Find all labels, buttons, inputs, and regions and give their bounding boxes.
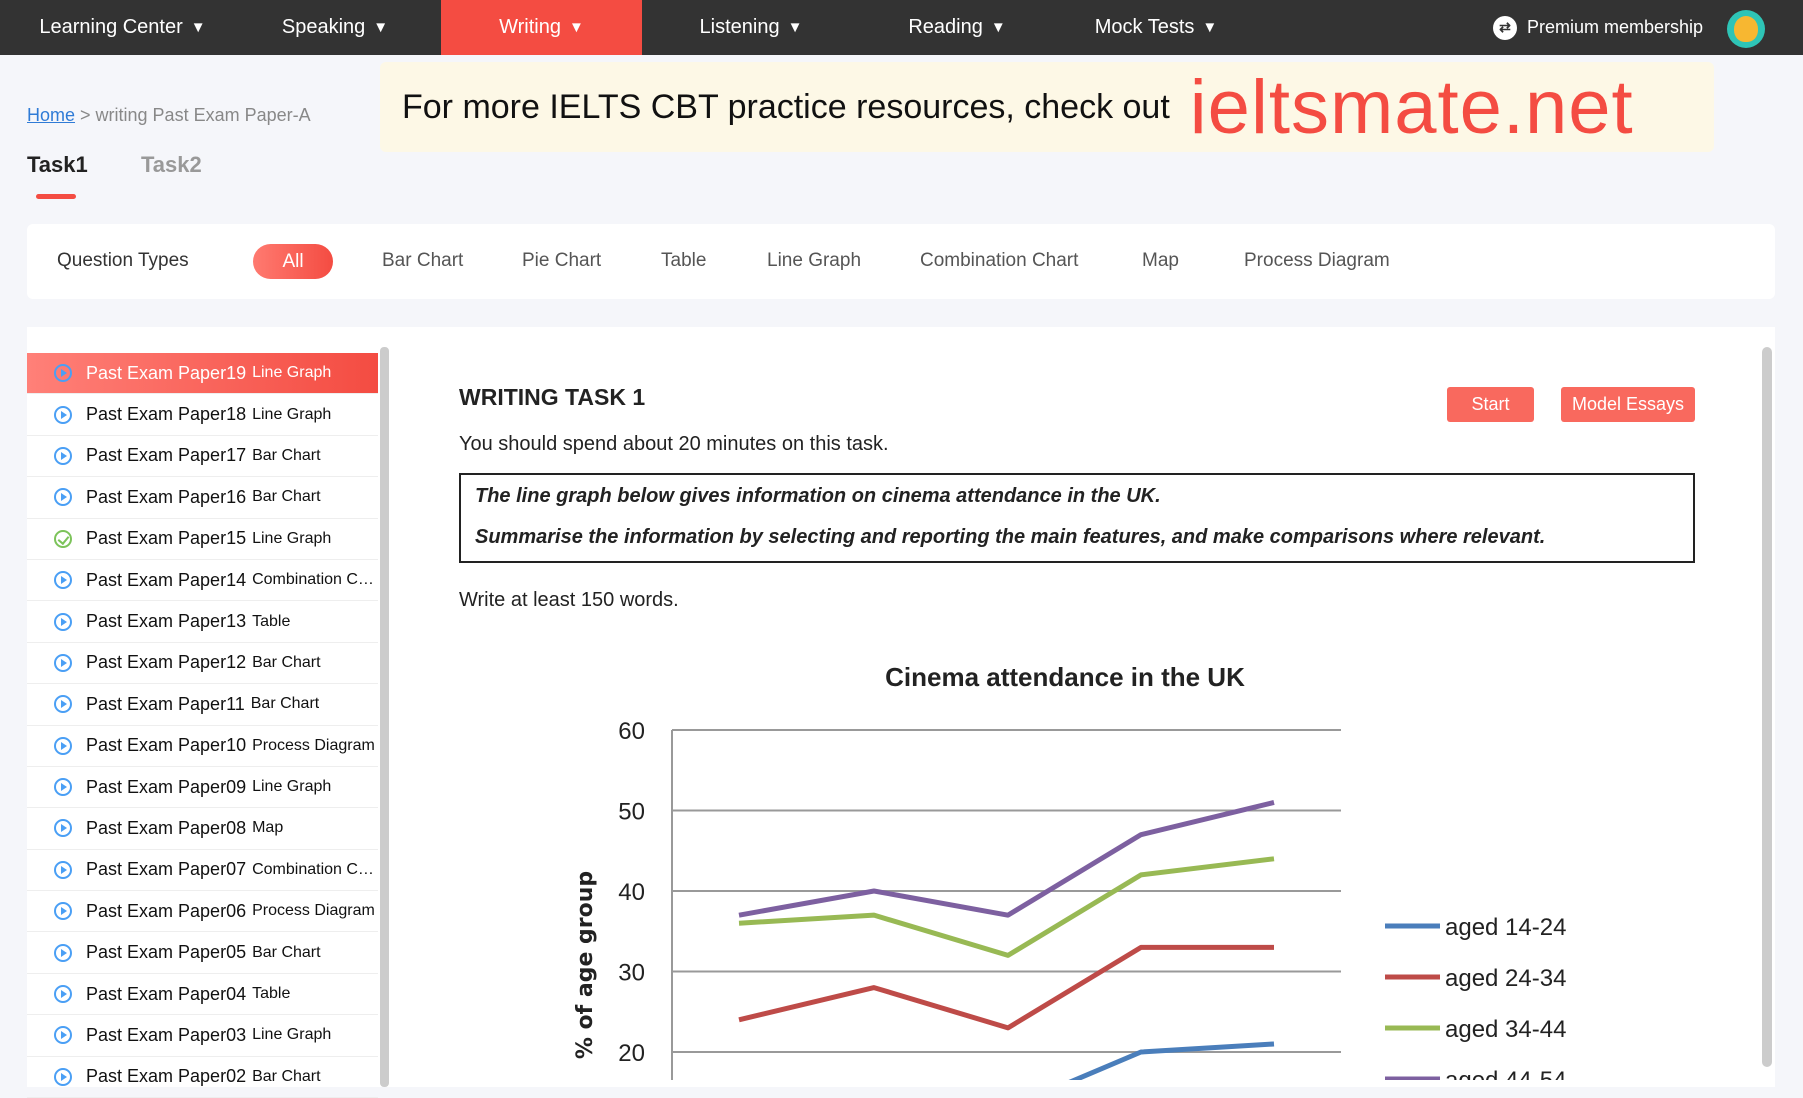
y-tick-label: 40 (618, 879, 645, 906)
series-line-aged-14-24 (1068, 1041, 1275, 1080)
series-line-aged-44-54 (738, 800, 1275, 918)
line-chart: Cinema attendance in the UK 20 30 40 50 60 % o… (573, 662, 1566, 1080)
y-axis-label: % of age group (573, 871, 598, 1059)
legend-label: aged 24-34 (1445, 965, 1566, 992)
y-tick-label: 50 (618, 799, 645, 826)
y-tick-label: 30 (618, 960, 645, 987)
chart-title: Cinema attendance in the UK (885, 662, 1245, 692)
legend-label: aged 44-54 (1445, 1067, 1566, 1080)
series-line-aged-24-34 (738, 944, 1274, 1031)
y-tick-label: 60 (618, 718, 645, 745)
series-line-aged-34-44 (738, 856, 1275, 958)
y-tick-label: 20 (618, 1040, 645, 1067)
legend-label: aged 14-24 (1445, 914, 1566, 941)
legend-label: aged 34-44 (1445, 1016, 1566, 1043)
